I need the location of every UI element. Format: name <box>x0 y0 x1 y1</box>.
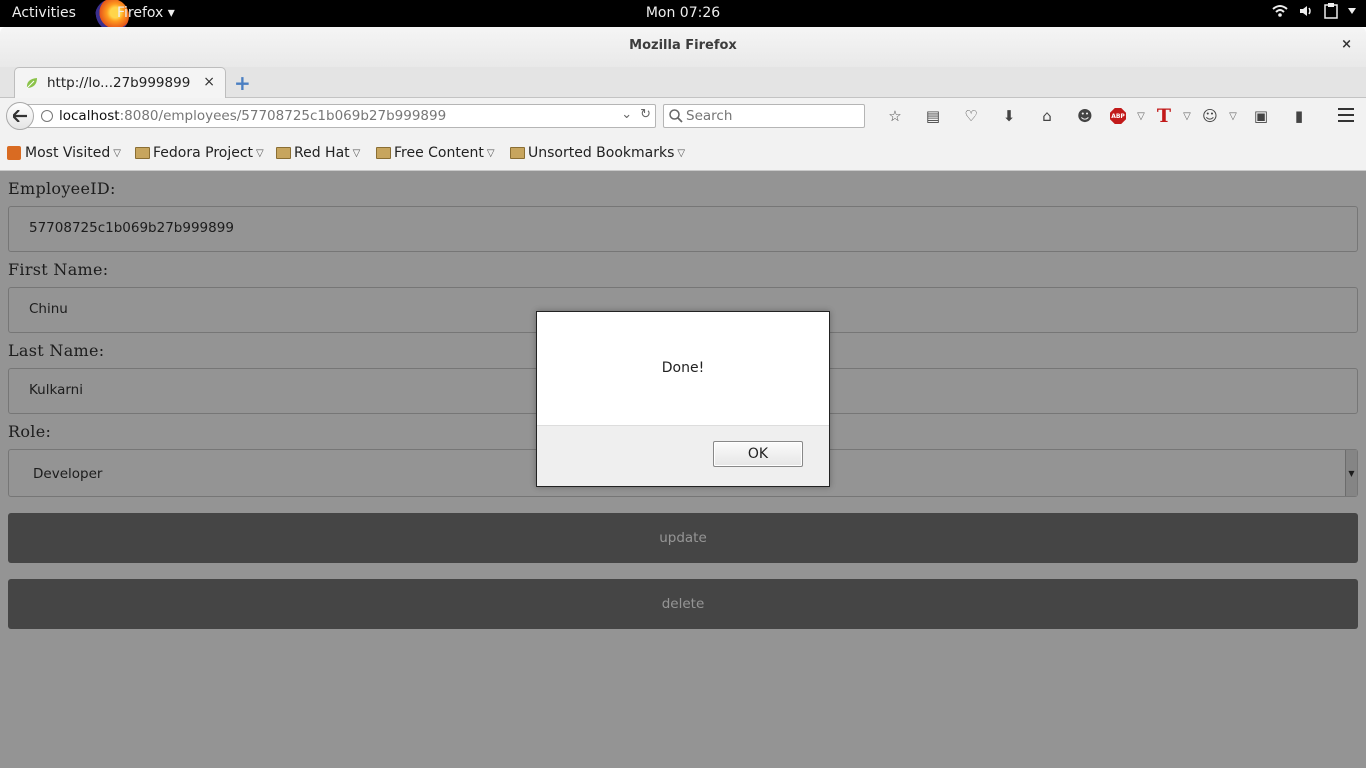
tab-close-button[interactable]: × <box>203 74 215 90</box>
activities-button[interactable]: Activities <box>12 5 76 21</box>
bookmark-unsorted[interactable]: Unsorted Bookmarks ▽ <box>510 145 685 161</box>
reading-list-icon[interactable]: ▤ <box>914 104 952 128</box>
bookmark-fedora-project[interactable]: Fedora Project ▽ <box>135 145 264 161</box>
search-icon <box>669 109 683 123</box>
bookmark-most-visited[interactable]: Most Visited ▽ <box>7 145 121 161</box>
search-input[interactable] <box>686 107 856 125</box>
screenshot-icon[interactable]: ▣ <box>1242 104 1280 128</box>
url-path: :8080/employees/57708725c1b069b27b999899 <box>119 108 447 124</box>
chat-icon[interactable]: ☻ <box>1066 104 1104 128</box>
translate-icon[interactable]: T <box>1150 104 1178 128</box>
alert-dialog: Done! OK <box>536 311 830 487</box>
url-text[interactable]: localhost:8080/employees/57708725c1b069b… <box>59 108 446 124</box>
folder-icon <box>276 147 291 159</box>
window-close-button[interactable]: × <box>1341 37 1352 52</box>
pocket-icon[interactable]: ♡ <box>952 104 990 128</box>
bookmark-star-icon[interactable]: ☆ <box>876 104 914 128</box>
bookmark-red-hat[interactable]: Red Hat ▽ <box>276 145 360 161</box>
home-icon[interactable]: ⌂ <box>1028 104 1066 128</box>
bookmark-label: Free Content <box>394 145 484 161</box>
chevron-down-icon <box>1348 8 1356 14</box>
wifi-icon <box>1272 5 1288 17</box>
firefox-app-menu[interactable]: Firefox ▾ <box>95 0 175 33</box>
spring-leaf-icon <box>26 78 37 89</box>
chevron-down-icon: ▽ <box>677 147 686 159</box>
tab-strip: http://lo...27b999899 × + <box>0 67 1366 99</box>
new-tab-button[interactable]: + <box>234 71 251 95</box>
chevron-down-icon[interactable]: ▽ <box>1178 104 1196 128</box>
history-dropdown-icon[interactable]: ⌄ <box>621 107 632 122</box>
bookmark-free-content[interactable]: Free Content ▽ <box>376 145 495 161</box>
tab-label: http://lo...27b999899 <box>47 75 191 91</box>
alert-footer: OK <box>537 425 829 486</box>
system-tray[interactable] <box>1272 3 1356 19</box>
reload-icon[interactable]: ↻ <box>640 107 651 122</box>
chevron-down-icon: ▽ <box>352 147 361 159</box>
bookmarks-toolbar: Most Visited ▽ Fedora Project ▽ Red Hat ▽ F… <box>0 135 1366 171</box>
download-icon[interactable]: ⬇ <box>990 104 1028 128</box>
search-bar[interactable] <box>663 104 865 128</box>
volume-icon <box>1300 6 1311 16</box>
alert-message: Done! <box>661 360 705 376</box>
bookmark-label: Most Visited <box>25 145 111 161</box>
bookmark-label: Fedora Project <box>153 145 254 161</box>
back-button[interactable] <box>6 102 34 130</box>
hamburger-menu-icon[interactable] <box>1338 108 1354 126</box>
chevron-down-icon[interactable]: ▽ <box>1224 104 1242 128</box>
navigation-toolbar: localhost:8080/employees/57708725c1b069b… <box>0 98 1366 135</box>
folder-icon <box>510 147 525 159</box>
url-actions: ⌄ ↻ <box>621 107 651 122</box>
back-arrow-icon <box>13 110 27 122</box>
notes-icon[interactable]: ▮ <box>1280 104 1318 128</box>
clock[interactable]: Mon 07:26 <box>0 5 1366 21</box>
bookmark-label: Unsorted Bookmarks <box>528 145 675 161</box>
chevron-down-icon: ▽ <box>113 147 121 159</box>
toolbar-icons: ☆ ▤ ♡ ⬇ ⌂ ☻ ABP ▽ T ▽ ☺ ▽ ▣ ▮ <box>876 104 1318 128</box>
chevron-down-icon[interactable]: ▽ <box>1132 104 1150 128</box>
url-bar[interactable]: localhost:8080/employees/57708725c1b069b… <box>26 104 656 128</box>
folder-icon <box>135 147 150 159</box>
most-visited-icon <box>7 146 21 160</box>
chevron-down-icon: ▽ <box>256 147 264 159</box>
greasemonkey-icon[interactable]: ☺ <box>1196 104 1224 128</box>
window-titlebar: Mozilla Firefox × <box>0 27 1366 67</box>
bookmark-label: Red Hat <box>294 145 350 161</box>
ok-button[interactable]: OK <box>713 441 803 467</box>
gnome-top-bar: Activities Firefox ▾ Mon 07:26 <box>0 0 1366 33</box>
adblock-plus-icon[interactable]: ABP <box>1104 104 1132 128</box>
app-menu-label: Firefox ▾ <box>117 5 175 21</box>
folder-icon <box>376 147 391 159</box>
globe-icon <box>41 110 53 122</box>
clipboard-icon <box>1324 3 1338 19</box>
window-title: Mozilla Firefox <box>629 38 737 53</box>
url-host: localhost <box>59 108 120 124</box>
chevron-down-icon: ▽ <box>486 147 495 159</box>
tab-active[interactable]: http://lo...27b999899 × <box>14 67 226 99</box>
